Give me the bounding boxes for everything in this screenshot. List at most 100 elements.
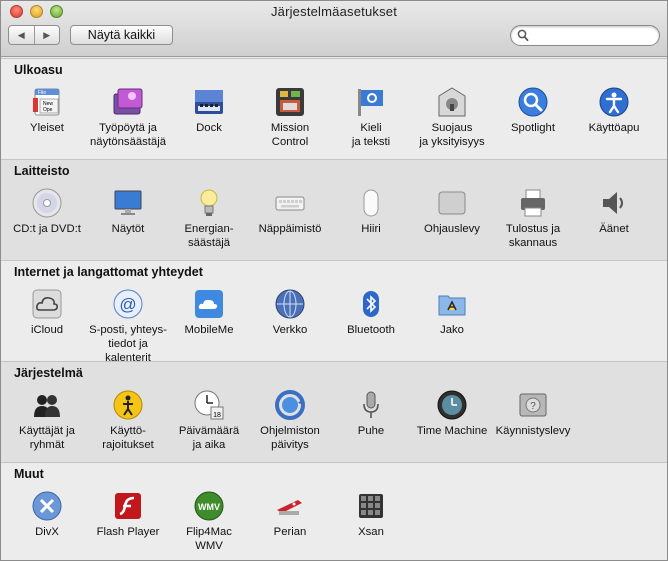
show-all-button[interactable]: Näytä kaikki bbox=[70, 25, 173, 45]
pref-pane-displays[interactable]: Näytöt bbox=[87, 187, 169, 236]
pref-pane-label: Puhe bbox=[357, 425, 385, 437]
pref-pane-label: Suojaus ja yksityisyys bbox=[419, 122, 485, 148]
window-title: Järjestelmäasetukset bbox=[270, 4, 398, 19]
pref-pane-mail-contacts-calendars[interactable]: @ S-posti, yhteys- tiedot ja kalenterit bbox=[87, 288, 169, 365]
desktop-screensaver-icon bbox=[113, 88, 143, 115]
pref-pane-users-groups[interactable]: Käyttäjät ja ryhmät bbox=[6, 389, 88, 452]
mobileme-icon bbox=[195, 290, 223, 318]
mail-contacts-calendars-icon: @ bbox=[113, 289, 143, 319]
section-divider bbox=[1, 361, 667, 362]
pref-pane-bluetooth[interactable]: Bluetooth bbox=[330, 288, 412, 337]
section-divider bbox=[1, 58, 667, 59]
section-divider bbox=[1, 260, 667, 261]
svg-text:18: 18 bbox=[213, 412, 221, 419]
pref-pane-time-machine[interactable]: Time Machine bbox=[411, 389, 493, 438]
section-heading: Ulkoasu bbox=[14, 63, 63, 77]
flip4mac-icon: WMV bbox=[194, 491, 224, 521]
pref-pane-flash-player[interactable]: Flash Player bbox=[87, 490, 169, 539]
cd-dvd-icon bbox=[32, 188, 62, 218]
pref-pane-icloud[interactable]: iCloud bbox=[6, 288, 88, 337]
system-preferences-window: Järjestelmäasetukset ◀ ▶ Näytä kaikki Ul… bbox=[0, 0, 668, 561]
pref-pane-label: Hiiri bbox=[361, 223, 381, 235]
pref-pane-label: Yleiset bbox=[30, 122, 64, 134]
pref-pane-label: Flip4Mac WMV bbox=[186, 526, 232, 552]
section-1: Ulkoasu File New Ope Yleiset Työpöytä ja näyt… bbox=[1, 58, 667, 159]
pref-pane-sound[interactable]: Äänet bbox=[573, 187, 655, 236]
pref-pane-label: Tulostus ja skannaus bbox=[505, 223, 561, 249]
pref-pane-security-privacy[interactable]: Suojaus ja yksityisyys bbox=[411, 86, 493, 149]
pref-pane-software-update[interactable]: Ohjelmiston päivitys bbox=[249, 389, 331, 452]
xsan-icon bbox=[359, 494, 383, 518]
pref-pane-desktop-screensaver[interactable]: Työpöytä ja näytönsäästäjä bbox=[87, 86, 169, 149]
security-privacy-icon bbox=[438, 87, 466, 117]
startup-disk-icon: ? bbox=[519, 393, 547, 417]
spotlight-icon bbox=[518, 87, 548, 117]
svg-text:Ope: Ope bbox=[43, 107, 53, 113]
section-heading: Internet ja langattomat yhteydet bbox=[14, 265, 203, 279]
date-time-icon: 18 bbox=[194, 390, 224, 420]
pref-pane-label: Käyttöapu bbox=[588, 122, 640, 134]
search-field[interactable] bbox=[510, 25, 660, 46]
pref-pane-label: Verkko bbox=[272, 324, 308, 336]
pref-pane-speech[interactable]: Puhe bbox=[330, 389, 412, 438]
pref-pane-sharing[interactable]: Jako bbox=[411, 288, 493, 337]
section-5: Muut DivX Flash Player WMV Flip4Mac WMV Peria… bbox=[1, 462, 667, 560]
pref-pane-network[interactable]: Verkko bbox=[249, 288, 331, 337]
search-input[interactable] bbox=[531, 27, 655, 46]
pref-pane-parental-controls[interactable]: Käyttö- rajoitukset bbox=[87, 389, 169, 452]
pref-pane-startup-disk[interactable]: ? Käynnistyslevy bbox=[492, 389, 574, 438]
displays-icon bbox=[114, 190, 142, 215]
software-update-icon bbox=[275, 390, 305, 420]
pref-pane-accessibility[interactable]: Käyttöapu bbox=[573, 86, 655, 135]
pref-pane-language-text[interactable]: Kieli ja teksti bbox=[330, 86, 412, 149]
mission-control-icon bbox=[276, 88, 304, 116]
pref-pane-divx[interactable]: DivX bbox=[6, 490, 88, 539]
pref-pane-keyboard[interactable]: Näppäimistö bbox=[249, 187, 331, 236]
language-text-icon bbox=[358, 89, 383, 116]
time-machine-icon bbox=[437, 390, 467, 420]
pref-pane-label: Työpöytä ja näytönsäästäjä bbox=[90, 122, 166, 148]
pref-pane-general[interactable]: File New Ope Yleiset bbox=[6, 86, 88, 135]
flash-player-icon bbox=[115, 493, 141, 519]
accessibility-icon bbox=[599, 87, 629, 117]
pref-pane-spotlight[interactable]: Spotlight bbox=[492, 86, 574, 135]
pref-pane-mission-control[interactable]: Mission Control bbox=[249, 86, 331, 149]
pref-pane-mouse[interactable]: Hiiri bbox=[330, 187, 412, 236]
svg-text:@: @ bbox=[119, 295, 136, 314]
print-scan-icon bbox=[521, 189, 545, 217]
pref-pane-label: MobileMe bbox=[184, 324, 234, 336]
section-2: Laitteisto CD:t ja DVD:t Näytöt Energian- s… bbox=[1, 159, 667, 260]
pref-pane-trackpad[interactable]: Ohjauslevy bbox=[411, 187, 493, 236]
perian-icon bbox=[277, 500, 302, 515]
pref-pane-print-scan[interactable]: Tulostus ja skannaus bbox=[492, 187, 574, 250]
pref-pane-dock[interactable]: Dock bbox=[168, 86, 250, 135]
pref-pane-date-time[interactable]: 18 Päivämäärä ja aika bbox=[168, 389, 250, 452]
pref-pane-label: Päivämäärä ja aika bbox=[178, 425, 240, 451]
forward-button[interactable]: ▶ bbox=[33, 26, 60, 44]
toolbar: Järjestelmäasetukset ◀ ▶ Näytä kaikki bbox=[1, 1, 667, 57]
pref-pane-flip4mac[interactable]: WMV Flip4Mac WMV bbox=[168, 490, 250, 553]
pref-pane-mobileme[interactable]: MobileMe bbox=[168, 288, 250, 337]
pref-pane-label: Ohjelmiston päivitys bbox=[260, 425, 320, 451]
svg-text:File: File bbox=[38, 90, 46, 96]
pref-pane-label: Äänet bbox=[599, 223, 629, 235]
back-button[interactable]: ◀ bbox=[9, 26, 34, 44]
pref-pane-label: Näppäimistö bbox=[258, 223, 322, 235]
section-heading: Laitteisto bbox=[14, 164, 70, 178]
sharing-icon bbox=[438, 295, 466, 316]
section-divider bbox=[1, 462, 667, 463]
energy-saver-icon bbox=[200, 189, 218, 216]
pref-pane-label: Kieli ja teksti bbox=[351, 122, 391, 148]
pref-pane-cd-dvd[interactable]: CD:t ja DVD:t bbox=[6, 187, 88, 236]
pref-pane-energy-saver[interactable]: Energian- säästäjä bbox=[168, 187, 250, 250]
pref-pane-label: Näytöt bbox=[111, 223, 145, 235]
pref-pane-label: Energian- säästäjä bbox=[184, 223, 234, 249]
svg-text:?: ? bbox=[530, 401, 536, 412]
section-3: Internet ja langattomat yhteydet iCloud @ S… bbox=[1, 260, 667, 364]
section-divider bbox=[1, 159, 667, 160]
pref-pane-perian[interactable]: Perian bbox=[249, 490, 331, 539]
dock-icon bbox=[195, 90, 223, 114]
icloud-icon bbox=[32, 289, 62, 319]
parental-controls-icon bbox=[113, 390, 143, 420]
pref-pane-xsan[interactable]: Xsan bbox=[330, 490, 412, 539]
